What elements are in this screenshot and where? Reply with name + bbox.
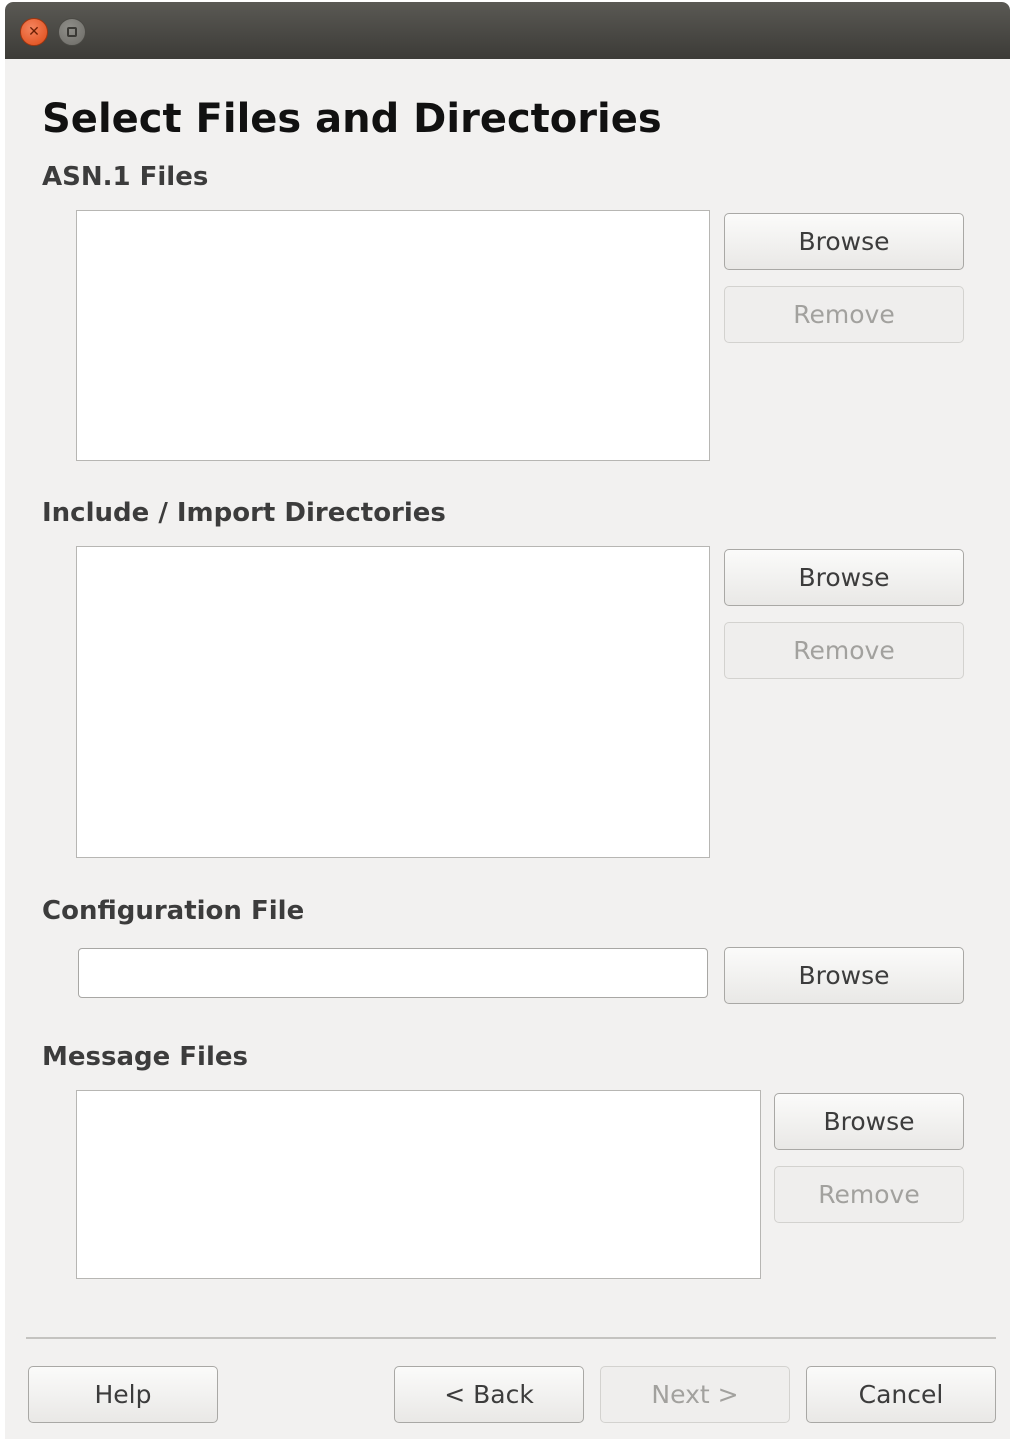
- back-button[interactable]: < Back: [394, 1366, 584, 1423]
- asn1-files-list[interactable]: [76, 210, 710, 461]
- cancel-button[interactable]: Cancel: [806, 1366, 996, 1423]
- config-browse-button[interactable]: Browse: [724, 947, 964, 1004]
- configuration-file-input[interactable]: [78, 948, 708, 998]
- minimize-icon[interactable]: [58, 18, 86, 46]
- message-browse-button[interactable]: Browse: [774, 1093, 964, 1150]
- footer-separator: [26, 1337, 996, 1339]
- configuration-file-label: Configuration File: [42, 896, 305, 926]
- next-button[interactable]: Next >: [600, 1366, 790, 1423]
- close-icon[interactable]: ✕: [20, 18, 48, 46]
- asn1-browse-button[interactable]: Browse: [724, 213, 964, 270]
- message-files-label: Message Files: [42, 1042, 248, 1072]
- title-bar: ✕: [5, 2, 1010, 59]
- message-remove-button[interactable]: Remove: [774, 1166, 964, 1223]
- asn1-remove-button[interactable]: Remove: [724, 286, 964, 343]
- include-directories-label: Include / Import Directories: [42, 498, 446, 528]
- wizard-window: ✕ Select Files and Directories ASN.1 Fil…: [5, 2, 1010, 1439]
- include-remove-button[interactable]: Remove: [724, 622, 964, 679]
- include-directories-list[interactable]: [76, 546, 710, 858]
- page-title: Select Files and Directories: [42, 96, 662, 142]
- asn1-files-label: ASN.1 Files: [42, 162, 209, 192]
- include-browse-button[interactable]: Browse: [724, 549, 964, 606]
- help-button[interactable]: Help: [28, 1366, 218, 1423]
- message-files-list[interactable]: [76, 1090, 761, 1279]
